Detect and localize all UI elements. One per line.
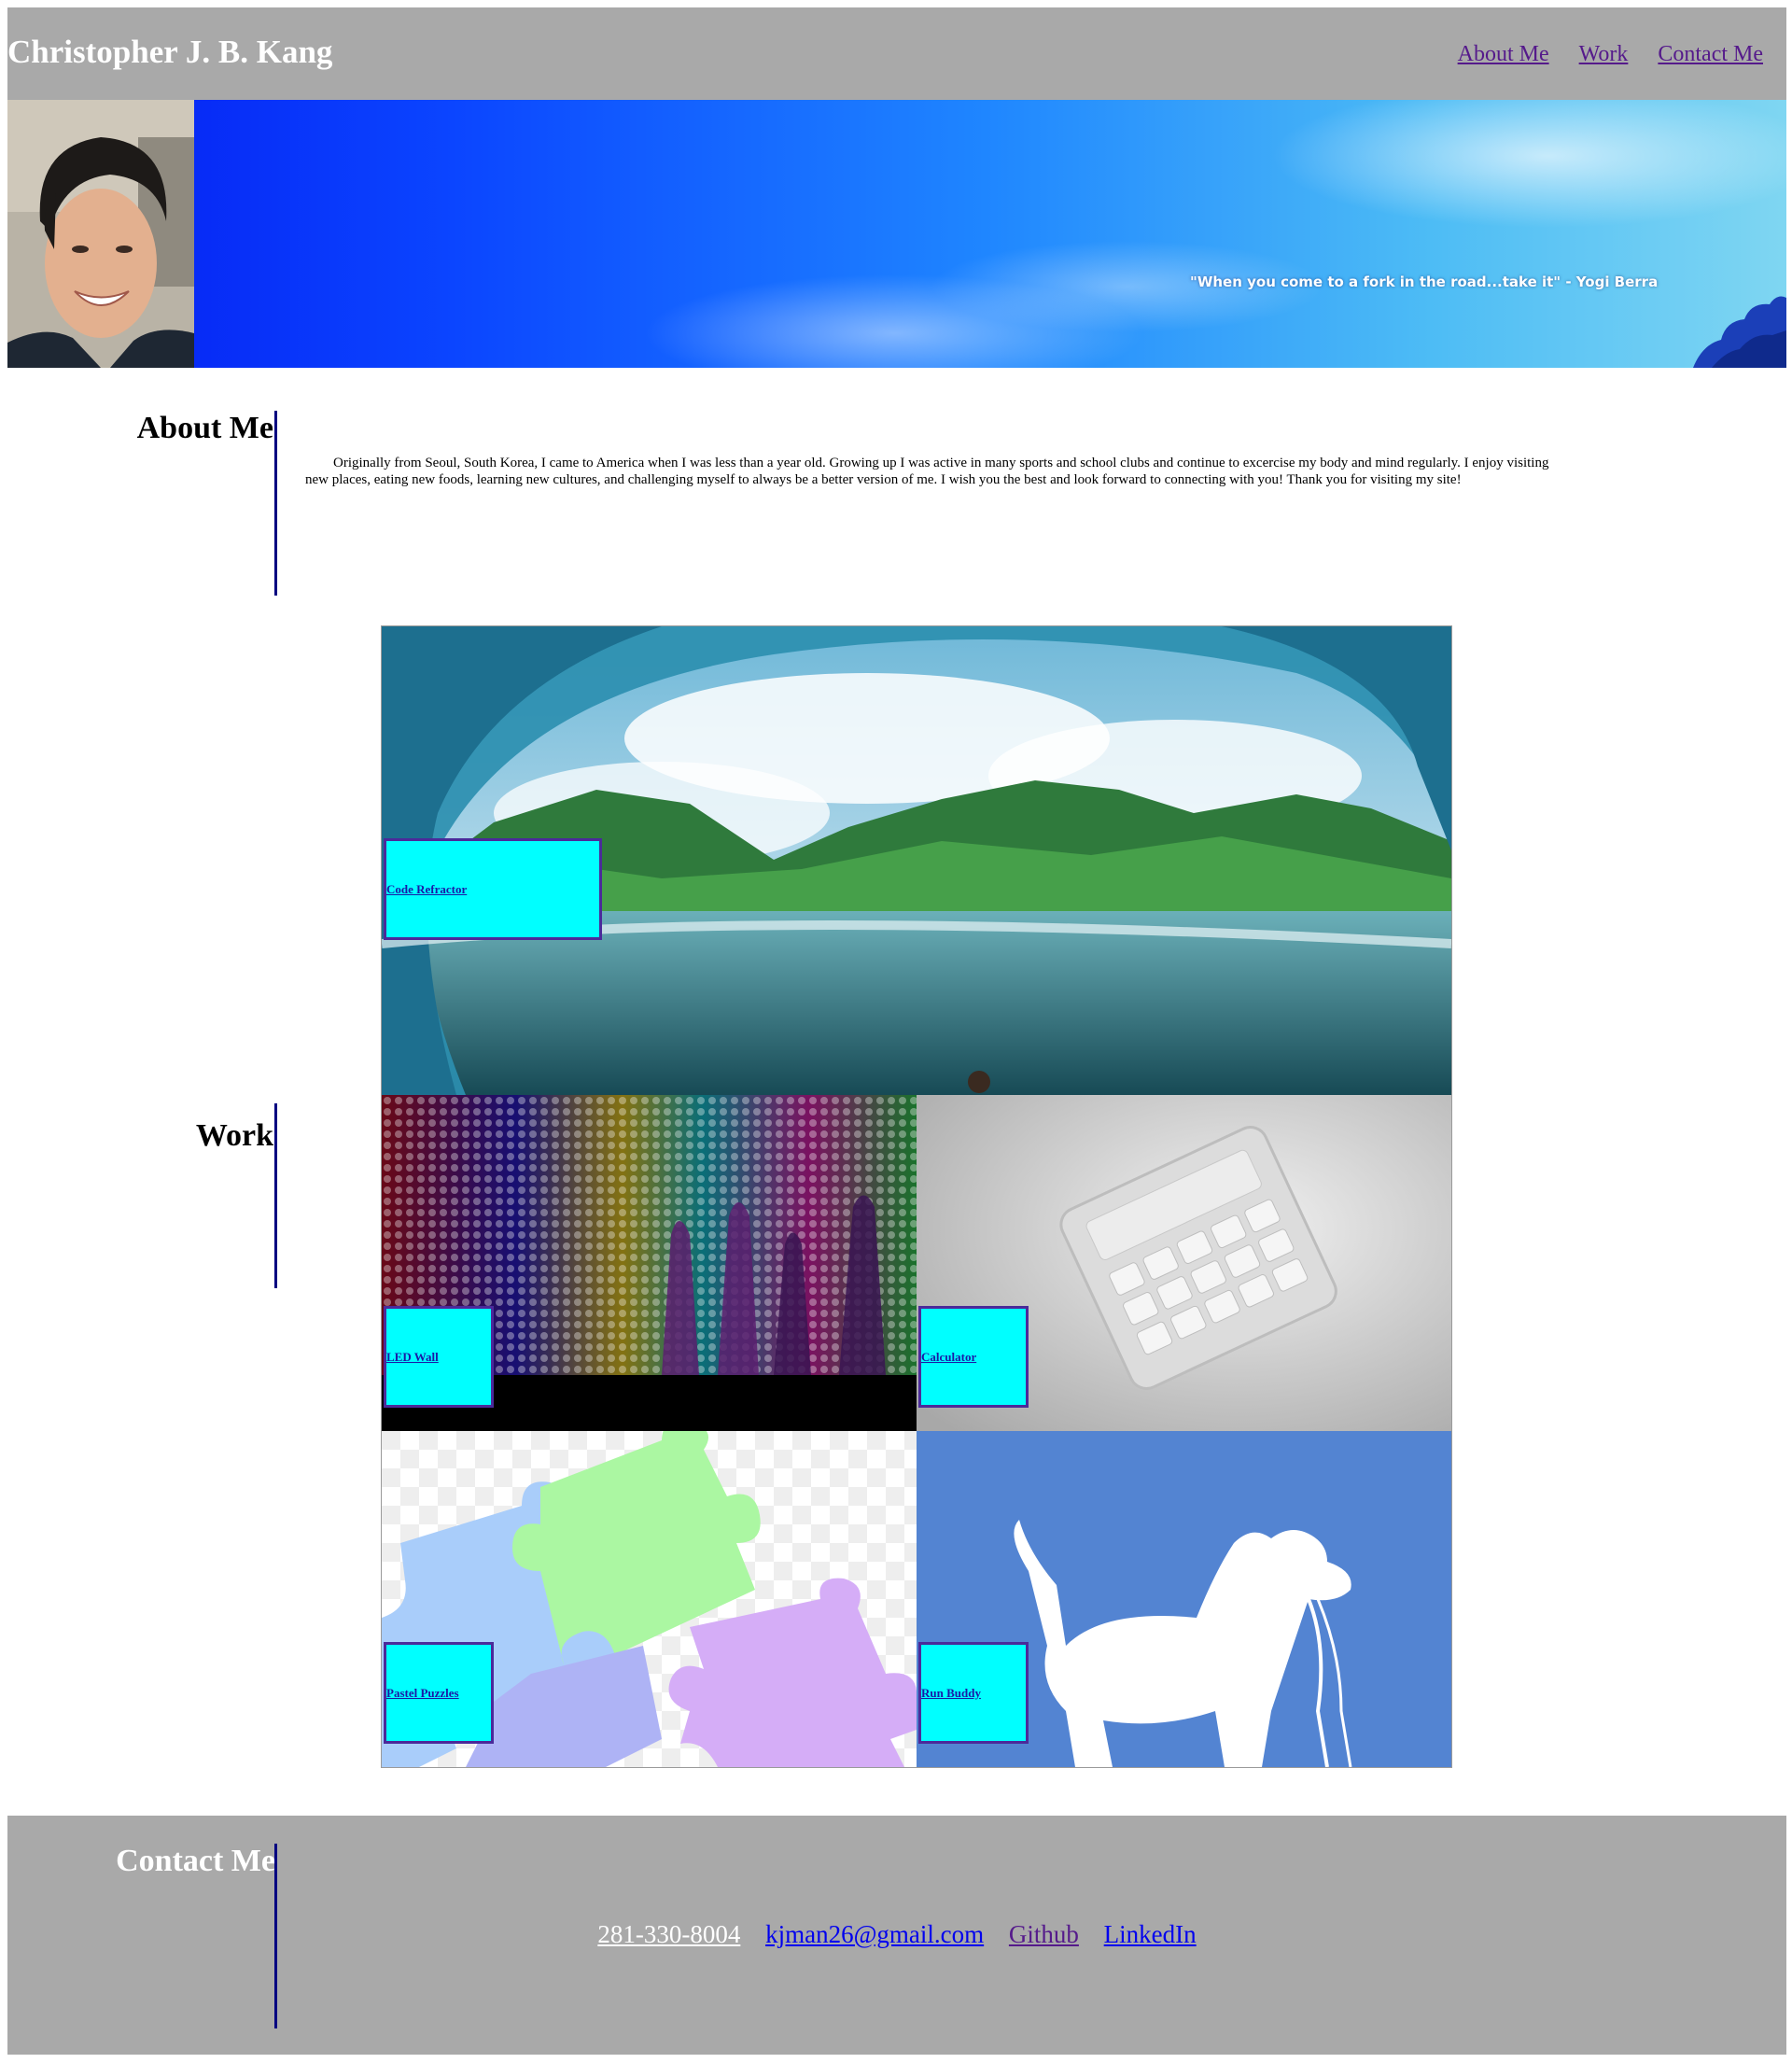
project-tile-pastel-puzzles[interactable]: Pastel Puzzles bbox=[382, 1431, 917, 1767]
email-link[interactable]: kjman26@gmail.com bbox=[765, 1920, 984, 1948]
work-gallery: Code Refractor LED Wall Calculator Paste… bbox=[381, 625, 1452, 1768]
main-nav: About Me Work Contact Me bbox=[1432, 42, 1763, 67]
project-tile-calculator[interactable]: Calculator bbox=[917, 1095, 1451, 1431]
project-link-box[interactable]: Run Buddy bbox=[918, 1642, 1029, 1744]
project-link-calculator[interactable]: Calculator bbox=[921, 1350, 976, 1365]
project-link-box[interactable]: LED Wall bbox=[384, 1306, 494, 1408]
about-text: Originally from Seoul, South Korea, I ca… bbox=[305, 456, 1549, 487]
project-tile-run-buddy[interactable]: Run Buddy bbox=[917, 1431, 1451, 1767]
nav-link-about[interactable]: About Me bbox=[1458, 42, 1549, 66]
project-link-box[interactable]: Code Refractor bbox=[384, 838, 602, 940]
tree-silhouette bbox=[1693, 296, 1786, 368]
contact-links: 281-330-8004 kjman26@gmail.com Github Li… bbox=[7, 1920, 1786, 1949]
hero-banner: "When you come to a fork in the road...t… bbox=[7, 100, 1786, 368]
project-link-run-buddy[interactable]: Run Buddy bbox=[921, 1686, 981, 1701]
hero-quote: "When you come to a fork in the road...t… bbox=[1190, 274, 1659, 290]
work-heading: Work bbox=[195, 1118, 273, 1153]
site-header: Christopher J. B. Kang About Me Work Con… bbox=[7, 7, 1786, 100]
project-link-pastel-puzzles[interactable]: Pastel Puzzles bbox=[386, 1686, 459, 1701]
about-heading: About Me bbox=[136, 411, 273, 445]
project-tile-led-wall[interactable]: LED Wall bbox=[382, 1095, 917, 1431]
phone-link[interactable]: 281-330-8004 bbox=[597, 1920, 740, 1948]
nav-link-contact[interactable]: Contact Me bbox=[1658, 42, 1763, 66]
about-divider bbox=[274, 411, 277, 596]
project-link-code-refractor[interactable]: Code Refractor bbox=[386, 882, 467, 897]
project-link-led-wall[interactable]: LED Wall bbox=[386, 1350, 439, 1365]
contact-footer: Contact Me 281-330-8004 kjman26@gmail.co… bbox=[7, 1816, 1786, 2055]
linkedin-link[interactable]: LinkedIn bbox=[1104, 1920, 1197, 1948]
project-link-box[interactable]: Calculator bbox=[918, 1306, 1029, 1408]
nav-link-work[interactable]: Work bbox=[1579, 42, 1629, 66]
work-divider bbox=[274, 1103, 277, 1288]
profile-photo bbox=[7, 100, 194, 368]
site-title: Christopher J. B. Kang bbox=[7, 34, 333, 70]
github-link[interactable]: Github bbox=[1009, 1920, 1079, 1948]
contact-heading: Contact Me bbox=[116, 1844, 275, 1878]
project-link-box[interactable]: Pastel Puzzles bbox=[384, 1642, 494, 1744]
project-tile-code-refractor[interactable]: Code Refractor bbox=[382, 626, 1451, 1095]
